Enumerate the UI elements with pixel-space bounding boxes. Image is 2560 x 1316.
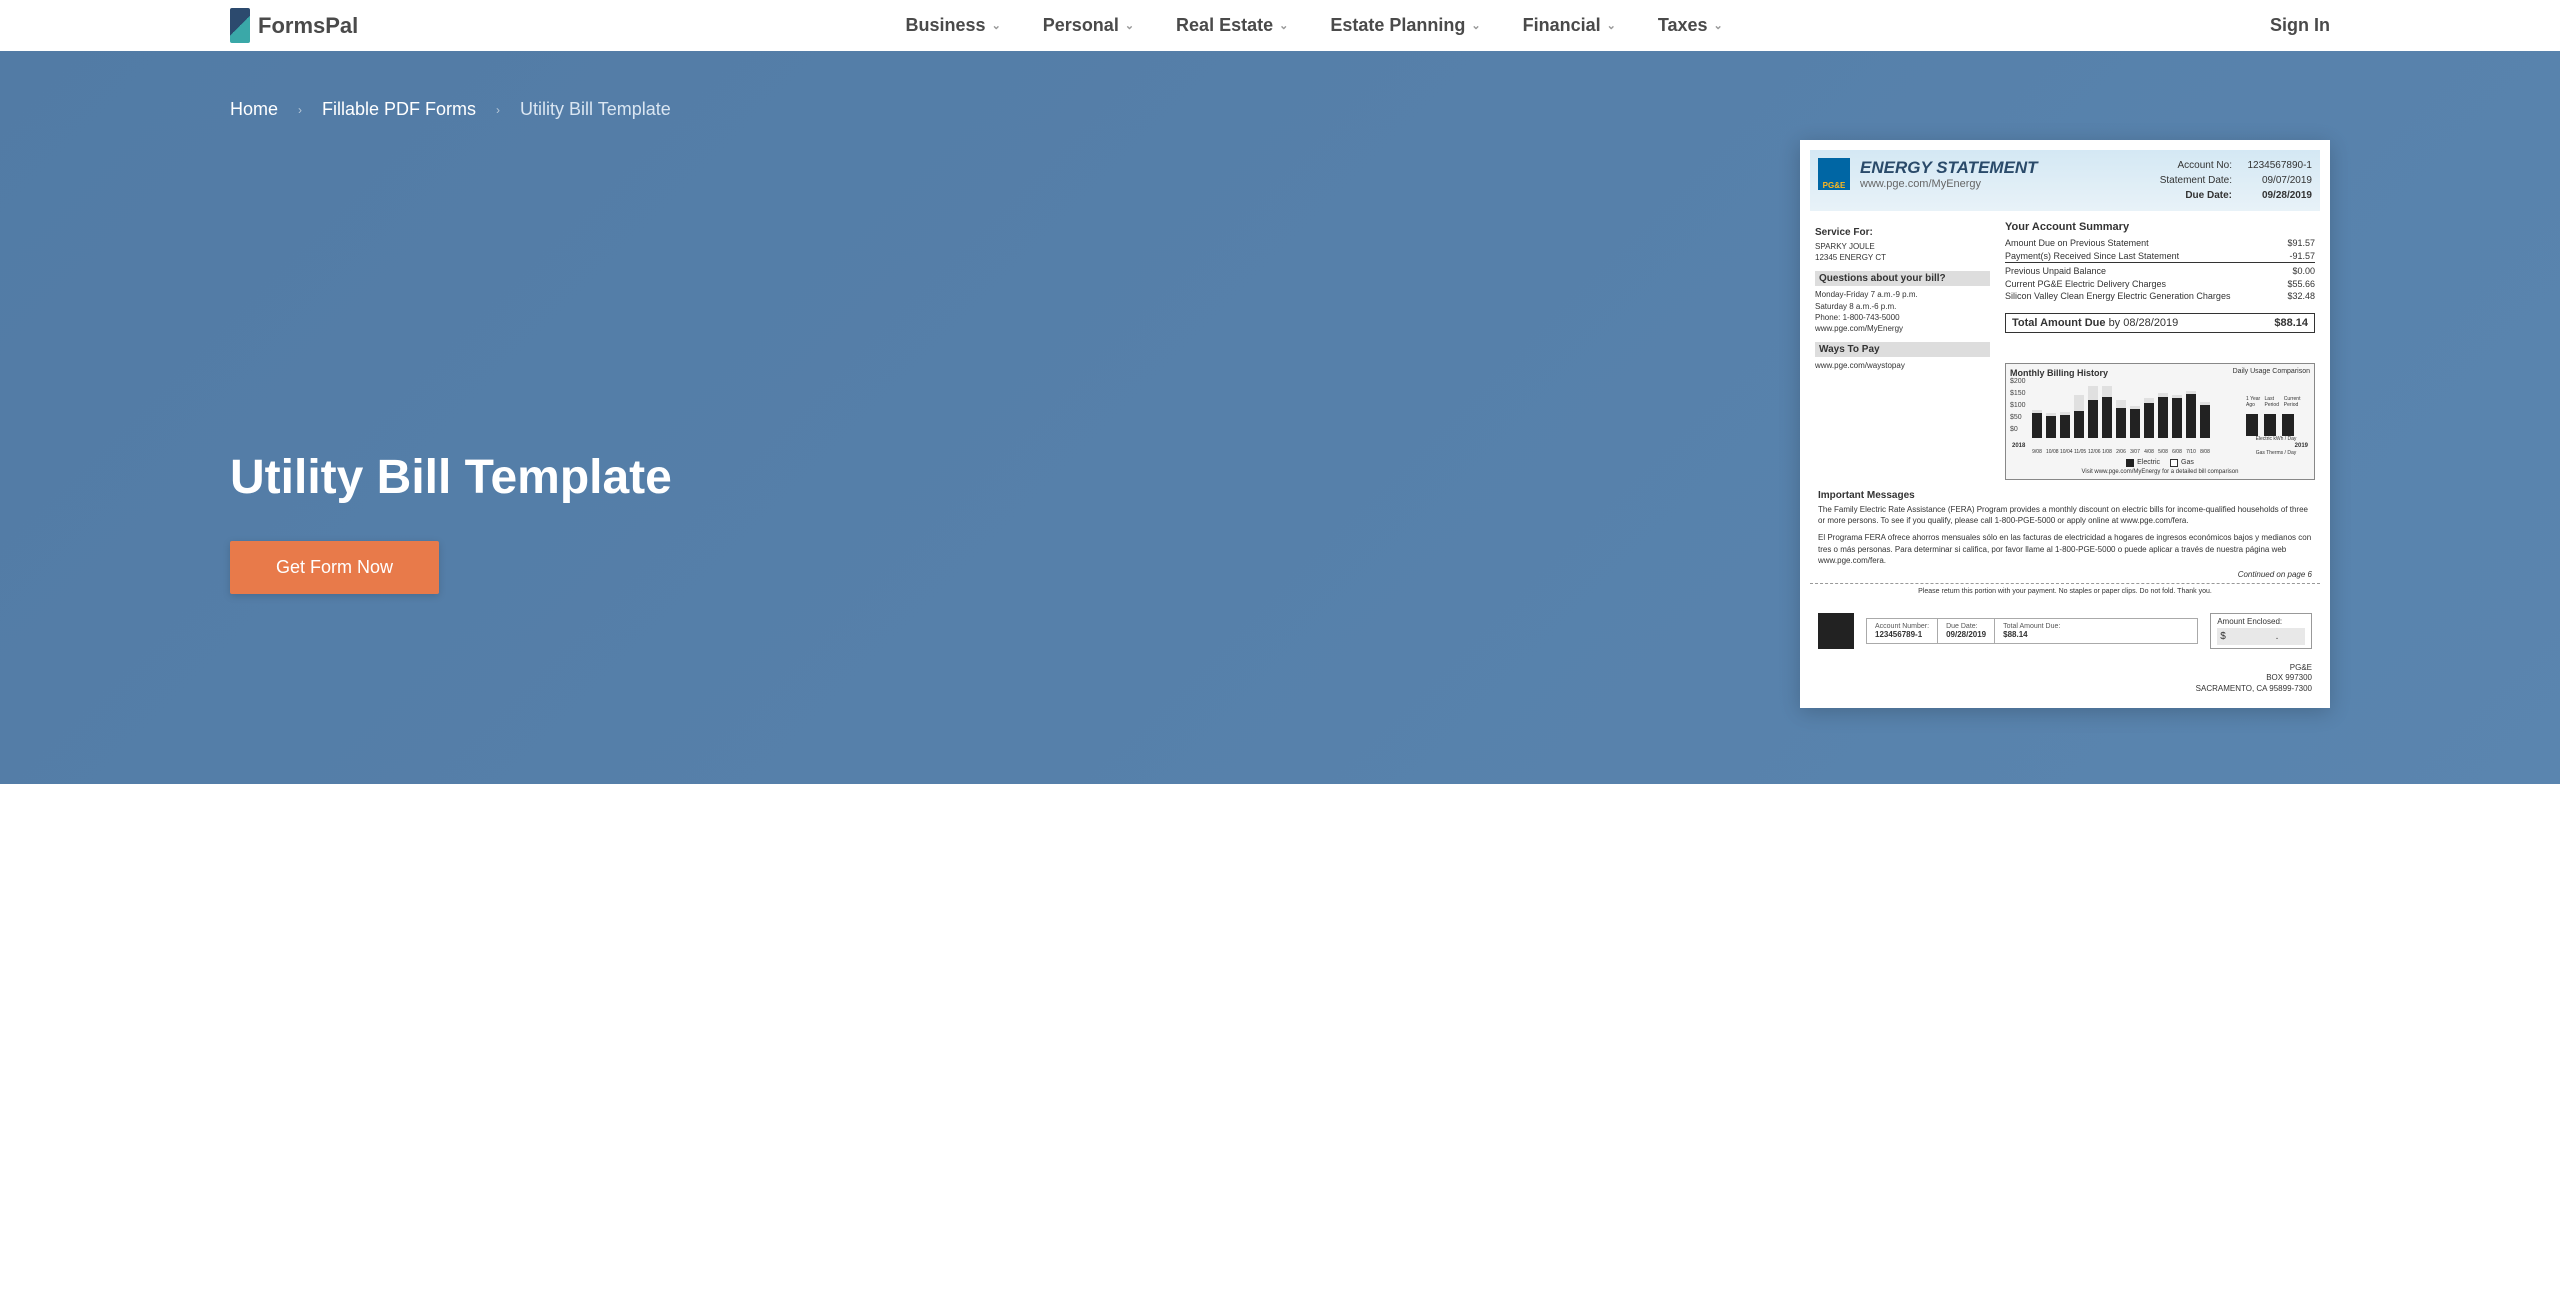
billing-history-chart: Monthly Billing HistoryDaily Usage Compa… xyxy=(2005,363,2315,480)
pge-logo-icon: PG&E xyxy=(1818,158,1850,190)
hero-section: Home › Fillable PDF Forms › Utility Bill… xyxy=(0,51,2560,784)
doc-url: www.pge.com/MyEnergy xyxy=(1860,178,2117,190)
remit-address: PG&E BOX 997300 SACRAMENTO, CA 95899-730… xyxy=(1810,663,2320,698)
brand-logo[interactable]: FormsPal xyxy=(230,8,358,43)
doc-title: ENERGY STATEMENT xyxy=(1860,158,2117,178)
doc-header: PG&E ENERGY STATEMENT www.pge.com/MyEner… xyxy=(1810,150,2320,211)
chevron-down-icon: ⌄ xyxy=(1714,19,1723,32)
nav-financial[interactable]: Financial⌄ xyxy=(1523,15,1616,36)
payment-stub: Account Number:123456789-1 Due Date:09/2… xyxy=(1810,599,2320,663)
document-preview: PG&E ENERGY STATEMENT www.pge.com/MyEner… xyxy=(1800,140,2330,708)
total-due-box: Total Amount Due by 08/28/2019 $88.14 xyxy=(2005,313,2315,333)
continued-text: Continued on page 6 xyxy=(1810,566,2320,583)
questions-body: Monday-Friday 7 a.m.-9 p.m. Saturday 8 a… xyxy=(1815,289,1990,334)
nav-taxes[interactable]: Taxes⌄ xyxy=(1658,15,1723,36)
summary-row: Previous Unpaid Balance$0.00 xyxy=(2005,262,2315,278)
summary-row: Payment(s) Received Since Last Statement… xyxy=(2005,250,2315,263)
service-addr: 12345 ENERGY CT xyxy=(1815,252,1990,263)
chevron-right-icon: › xyxy=(496,103,500,117)
summary-row: Amount Due on Previous Statement$91.57 xyxy=(2005,237,2315,250)
brand-name: FormsPal xyxy=(258,13,358,39)
service-for-label: Service For: xyxy=(1815,227,1990,238)
important-messages: Important Messages The Family Electric R… xyxy=(1810,490,2320,566)
amount-enclosed-box: Amount Enclosed: $ . xyxy=(2210,613,2312,649)
main-nav: Business⌄ Personal⌄ Real Estate⌄ Estate … xyxy=(906,15,1723,36)
chevron-down-icon: ⌄ xyxy=(1125,19,1134,32)
nav-estate-planning[interactable]: Estate Planning⌄ xyxy=(1330,15,1480,36)
breadcrumb-home[interactable]: Home xyxy=(230,99,278,120)
service-name: SPARKY JOULE xyxy=(1815,241,1990,252)
ways-label: Ways To Pay xyxy=(1815,342,1990,357)
breadcrumb-fillable[interactable]: Fillable PDF Forms xyxy=(322,99,476,120)
signin-link[interactable]: Sign In xyxy=(2270,15,2330,36)
chevron-down-icon: ⌄ xyxy=(1607,19,1616,32)
breadcrumb: Home › Fillable PDF Forms › Utility Bill… xyxy=(230,99,2330,120)
breadcrumb-current: Utility Bill Template xyxy=(520,99,671,120)
chevron-down-icon: ⌄ xyxy=(1471,19,1480,32)
pge-logo-icon xyxy=(1818,613,1854,649)
summary-row: Silicon Valley Clean Energy Electric Gen… xyxy=(2005,290,2315,303)
questions-label: Questions about your bill? xyxy=(1815,271,1990,286)
chevron-right-icon: › xyxy=(298,103,302,117)
page-title: Utility Bill Template xyxy=(230,450,1740,505)
site-header: FormsPal Business⌄ Personal⌄ Real Estate… xyxy=(0,0,2560,51)
get-form-button[interactable]: Get Form Now xyxy=(230,541,439,594)
logo-icon xyxy=(230,8,250,43)
chevron-down-icon: ⌄ xyxy=(992,19,1001,32)
ways-body: www.pge.com/waystopay xyxy=(1815,360,1990,371)
nav-real-estate[interactable]: Real Estate⌄ xyxy=(1176,15,1288,36)
perforation-text: Please return this portion with your pay… xyxy=(1810,583,2320,599)
nav-business[interactable]: Business⌄ xyxy=(906,15,1001,36)
nav-personal[interactable]: Personal⌄ xyxy=(1043,15,1134,36)
doc-meta: Account No:1234567890-1 Statement Date:0… xyxy=(2127,158,2312,203)
chevron-down-icon: ⌄ xyxy=(1279,19,1288,32)
summary-row: Current PG&E Electric Delivery Charges$5… xyxy=(2005,278,2315,291)
summary-heading: Your Account Summary xyxy=(2005,221,2315,233)
